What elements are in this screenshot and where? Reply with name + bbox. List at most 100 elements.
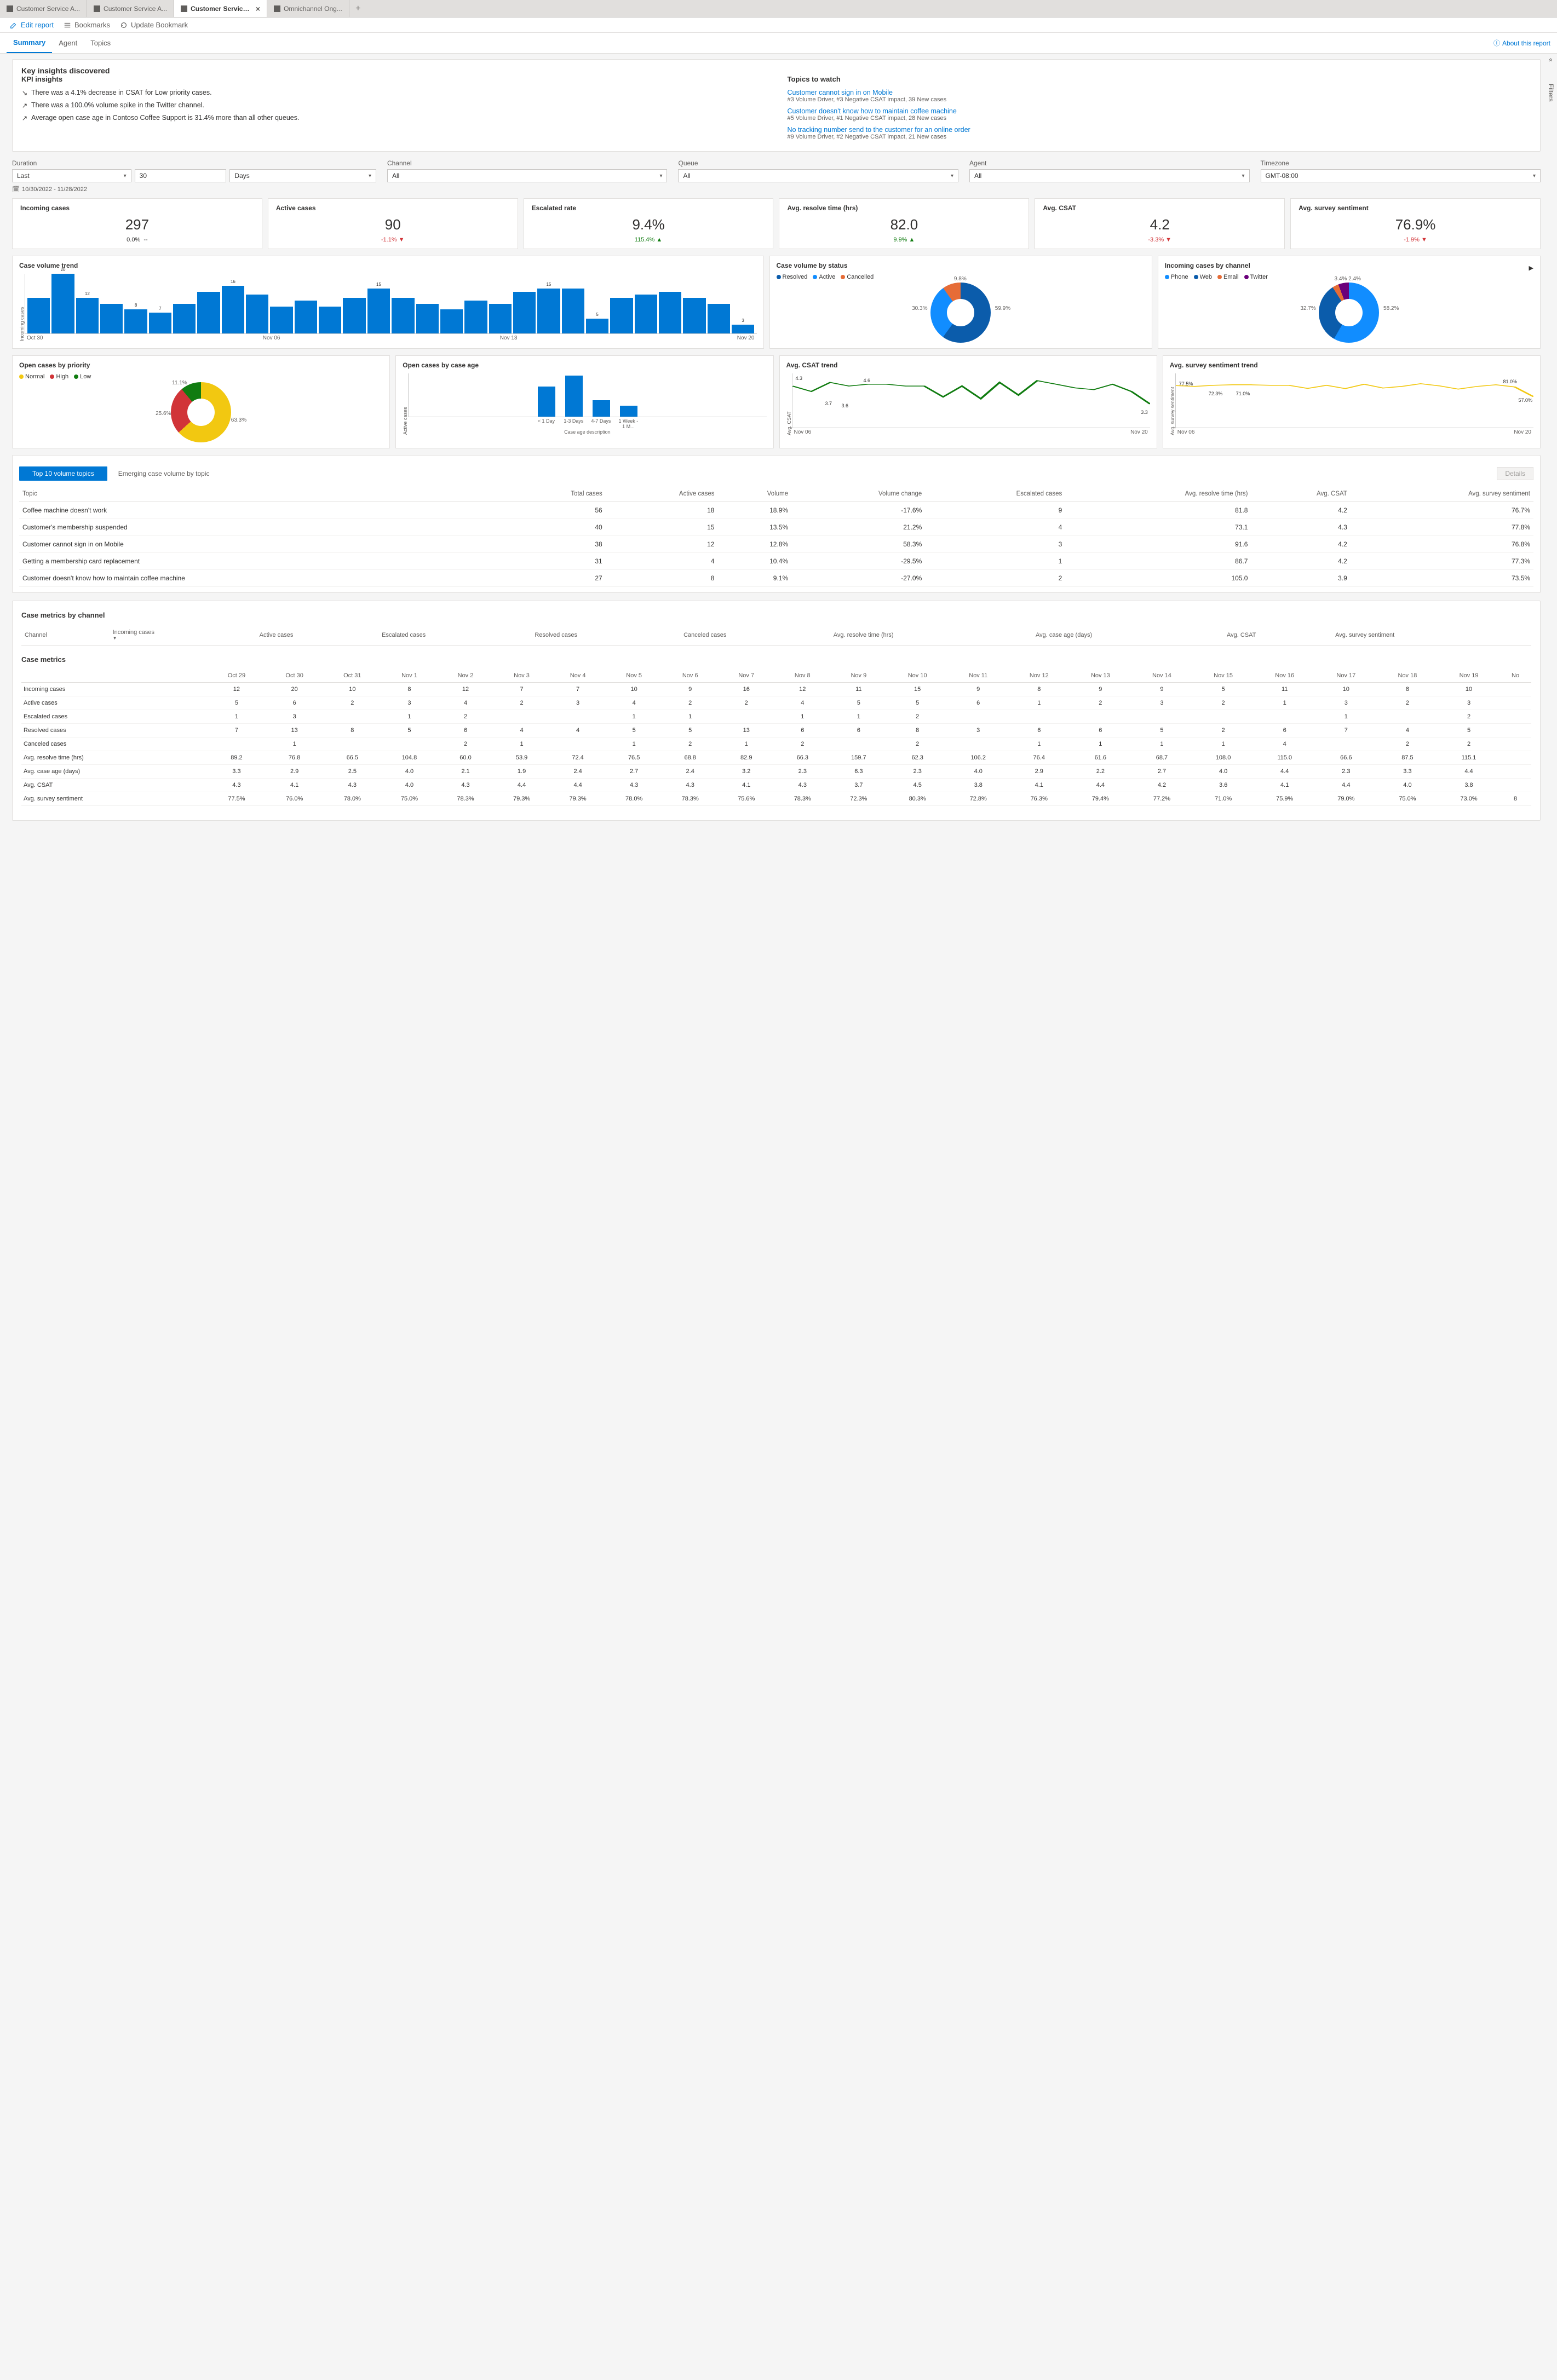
case-metrics-table-wrap[interactable]: Oct 29Oct 30Oct 31Nov 1Nov 2Nov 3Nov 4No… <box>21 669 1531 806</box>
column-header[interactable]: Oct 30 <box>266 669 324 683</box>
column-header[interactable]: Nov 16 <box>1254 669 1315 683</box>
channel-metrics-table[interactable]: ChannelIncoming cases▼Active casesEscala… <box>21 625 1531 646</box>
tab-1[interactable]: Customer Service A... <box>87 0 174 17</box>
column-header[interactable]: Nov 15 <box>1193 669 1254 683</box>
table-row[interactable]: Customer doesn't know how to maintain co… <box>19 570 1533 587</box>
kpi-card[interactable]: Avg. survey sentiment76.9%-1.9% ▼ <box>1290 198 1541 249</box>
duration-mode-select[interactable]: Last▾ <box>12 169 131 182</box>
column-header[interactable]: Avg. resolve time (hrs) <box>830 625 1032 646</box>
row-header: Canceled cases <box>21 737 208 751</box>
case-volume-status-chart[interactable]: Case volume by status ResolvedActiveCanc… <box>769 256 1152 349</box>
column-header[interactable]: Active cases <box>606 486 718 502</box>
column-header[interactable]: Incoming cases▼ <box>110 625 256 646</box>
column-header[interactable]: Nov 10 <box>887 669 948 683</box>
column-header[interactable]: Nov 17 <box>1315 669 1377 683</box>
table-cell: 66.5 <box>323 751 381 765</box>
column-header[interactable]: Volume change <box>791 486 925 502</box>
column-header[interactable]: Avg. resolve time (hrs) <box>1065 486 1251 502</box>
duration-value-input[interactable]: 30 <box>135 169 227 182</box>
column-header[interactable]: Nov 9 <box>831 669 887 683</box>
table-cell: 3 <box>266 710 324 724</box>
column-header[interactable]: Resolved cases <box>531 625 680 646</box>
column-header[interactable]: Nov 14 <box>1131 669 1192 683</box>
timezone-select[interactable]: GMT-08:00▾ <box>1261 169 1541 182</box>
kpi-card[interactable]: Avg. CSAT4.2-3.3% ▼ <box>1035 198 1285 249</box>
open-priority-chart[interactable]: Open cases by priority NormalHighLow 11.… <box>12 355 390 448</box>
column-header[interactable]: Total cases <box>504 486 606 502</box>
column-header[interactable]: Oct 31 <box>323 669 381 683</box>
update-bookmark-button[interactable]: Update Bookmark <box>120 21 188 29</box>
column-header[interactable]: Active cases <box>256 625 379 646</box>
column-header[interactable]: Avg. case age (days) <box>1032 625 1223 646</box>
kpi-delta: 9.9% ▲ <box>787 237 1021 243</box>
horizontal-scrollbar[interactable] <box>21 806 1531 814</box>
table-row[interactable]: Customer cannot sign in on Mobile381212.… <box>19 536 1533 553</box>
new-tab-button[interactable]: + <box>349 0 367 17</box>
subtab-topics[interactable]: Topics <box>84 33 117 53</box>
column-header[interactable]: Nov 1 <box>381 669 438 683</box>
column-header[interactable]: Topic <box>19 486 504 502</box>
topic-link[interactable]: Customer doesn't know how to maintain co… <box>788 107 1532 115</box>
column-header[interactable]: Nov 7 <box>718 669 774 683</box>
about-report-link[interactable]: ⓘAbout this report <box>1493 38 1550 48</box>
column-header[interactable]: Nov 5 <box>606 669 662 683</box>
column-header[interactable]: Avg. CSAT <box>1223 625 1332 646</box>
close-icon[interactable]: × <box>256 4 260 13</box>
top-topics-tab[interactable]: Top 10 volume topics <box>19 466 107 481</box>
column-header[interactable]: Escalated cases <box>378 625 531 646</box>
column-header[interactable]: Canceled cases <box>680 625 830 646</box>
channel-select[interactable]: All▾ <box>387 169 668 182</box>
tab-0[interactable]: Customer Service A... <box>0 0 87 17</box>
case-volume-trend-chart[interactable]: Case volume trend Incoming cases 2012871… <box>12 256 764 349</box>
kpi-card[interactable]: Avg. resolve time (hrs)82.09.9% ▲ <box>779 198 1029 249</box>
edit-report-button[interactable]: Edit report <box>10 21 54 29</box>
column-header[interactable]: Nov 2 <box>438 669 494 683</box>
chevron-right-icon[interactable]: ▶ <box>1529 264 1533 272</box>
chevron-left-icon[interactable]: « <box>1547 58 1555 62</box>
tab-2[interactable]: Customer Service historic...× <box>174 0 267 17</box>
column-header[interactable]: Nov 13 <box>1070 669 1131 683</box>
subtab-agent[interactable]: Agent <box>52 33 84 53</box>
column-header[interactable]: Oct 29 <box>208 669 266 683</box>
column-header[interactable]: Nov 12 <box>1008 669 1070 683</box>
subtab-summary[interactable]: Summary <box>7 33 52 53</box>
incoming-channel-chart[interactable]: Incoming cases by channel ▶ PhoneWebEmai… <box>1158 256 1541 349</box>
open-age-chart[interactable]: Open cases by case age Active cases < 1 … <box>395 355 773 448</box>
column-header[interactable]: Channel <box>21 625 110 646</box>
table-row[interactable]: Getting a membership card replacement314… <box>19 553 1533 570</box>
table-row[interactable]: Customer's membership suspended401513.5%… <box>19 519 1533 536</box>
queue-select[interactable]: All▾ <box>678 169 958 182</box>
bar-chart-area: 20128716151553 <box>25 274 757 334</box>
column-header[interactable]: Nov 3 <box>493 669 550 683</box>
table-row[interactable]: Coffee machine doesn't work561818.9%-17.… <box>19 502 1533 519</box>
column-header[interactable]: Nov 6 <box>662 669 719 683</box>
tab-3[interactable]: Omnichannel Ong... <box>267 0 349 17</box>
topic-link[interactable]: Customer cannot sign in on Mobile <box>788 89 1532 96</box>
column-header[interactable]: Nov 18 <box>1377 669 1438 683</box>
csat-trend-chart[interactable]: Avg. CSAT trend Avg. CSAT 4.3 3.7 3.6 4.… <box>779 355 1157 448</box>
details-button[interactable]: Details <box>1497 467 1533 480</box>
sentiment-trend-chart[interactable]: Avg. survey sentiment trend Avg. survey … <box>1163 355 1541 448</box>
emerging-topics-tab[interactable]: Emerging case volume by topic <box>118 470 210 477</box>
duration-unit-select[interactable]: Days▾ <box>229 169 376 182</box>
report-toolbar: Edit report Bookmarks Update Bookmark <box>0 18 1557 33</box>
topic-link[interactable]: No tracking number send to the customer … <box>788 126 1532 134</box>
column-header[interactable]: Avg. CSAT <box>1251 486 1350 502</box>
kpi-card[interactable]: Escalated rate9.4%115.4% ▲ <box>524 198 774 249</box>
bar <box>197 292 220 333</box>
column-header[interactable]: Avg. survey sentiment <box>1332 625 1531 646</box>
kpi-card[interactable]: Incoming cases2970.0% -- <box>12 198 262 249</box>
kpi-card[interactable]: Active cases90-1.1% ▼ <box>268 198 518 249</box>
column-header[interactable]: Escalated cases <box>925 486 1065 502</box>
column-header[interactable]: Nov 8 <box>774 669 831 683</box>
agent-select[interactable]: All▾ <box>969 169 1250 182</box>
column-header[interactable]: Nov 19 <box>1438 669 1499 683</box>
topics-table[interactable]: TopicTotal casesActive casesVolumeVolume… <box>19 486 1533 587</box>
bookmarks-button[interactable]: Bookmarks <box>64 21 110 29</box>
column-header[interactable]: Avg. survey sentiment <box>1351 486 1533 502</box>
filter-panel-collapsed[interactable]: « Filters <box>1546 54 1556 106</box>
column-header[interactable]: No <box>1499 669 1531 683</box>
column-header[interactable]: Nov 11 <box>948 669 1008 683</box>
column-header[interactable]: Volume <box>717 486 791 502</box>
column-header[interactable]: Nov 4 <box>550 669 606 683</box>
